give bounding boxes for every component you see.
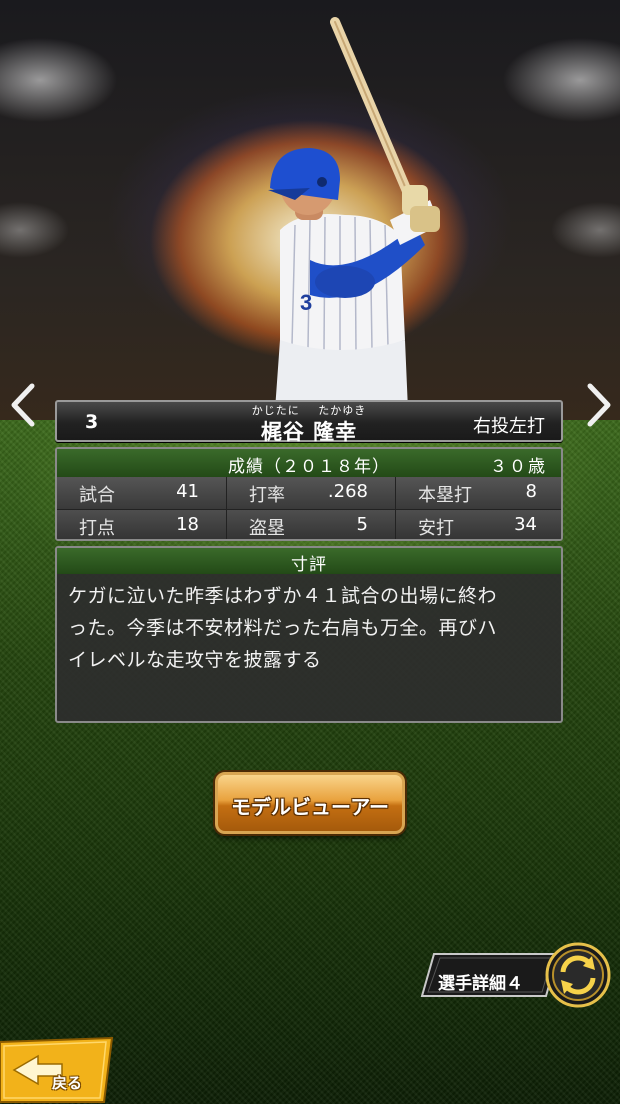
comment-panel: 寸評 ケガに泣いた昨季はわずか４１試合の出場に終わ った。今季は不安材料だった右… xyxy=(55,546,563,723)
next-player-button[interactable] xyxy=(584,382,614,428)
stat-label: 本塁打 xyxy=(418,485,472,506)
chevron-left-icon xyxy=(11,383,35,427)
stats-title: 成績（２０１８年） xyxy=(228,457,390,477)
stat-home-runs: 本塁打 8 xyxy=(395,477,561,509)
stat-value: 41 xyxy=(176,481,199,502)
back-button[interactable] xyxy=(0,1036,118,1104)
previous-player-button[interactable] xyxy=(8,382,38,428)
stats-panel: 成績（２０１８年） ３０歳 試合 41 打率 .268 本塁打 8 打点 18 … xyxy=(55,447,563,541)
comment-line: ケガに泣いた昨季はわずか４１試合の出場に終わ xyxy=(68,585,498,607)
refresh-arrows-icon[interactable] xyxy=(545,942,611,1008)
stats-row: 試合 41 打率 .268 本塁打 8 xyxy=(57,477,561,509)
stat-rbi: 打点 18 xyxy=(57,510,225,539)
stat-batting-average: 打率 .268 xyxy=(226,477,394,509)
stat-value: .268 xyxy=(327,481,368,502)
comment-text: ケガに泣いた昨季はわずか４１試合の出場に終わ った。今季は不安材料だった右肩も万… xyxy=(68,580,552,676)
player-image: 3 xyxy=(268,17,440,410)
stat-label: 盗塁 xyxy=(249,518,285,539)
player-nameplate: 3 かじたに たかゆき 梶谷 隆幸 右投左打 xyxy=(55,400,563,444)
model-viewer-label: モデルビューアー xyxy=(231,795,389,819)
stat-label: 打率 xyxy=(249,485,285,506)
comment-line: イレベルな走攻守を披露する xyxy=(68,649,322,671)
player-age: ３０歳 xyxy=(490,457,547,477)
svg-text:3: 3 xyxy=(300,290,312,315)
comment-title: 寸評 xyxy=(291,555,327,575)
model-viewer-button[interactable]: モデルビューアー xyxy=(215,772,405,834)
stat-label: 安打 xyxy=(418,518,454,539)
stats-row: 打点 18 盗塁 5 安打 34 xyxy=(57,509,561,539)
stat-label: 試合 xyxy=(79,485,115,506)
player-detail-tab-button[interactable]: 選手詳細４ xyxy=(420,952,560,998)
stat-value: 34 xyxy=(514,514,537,535)
stat-label: 打点 xyxy=(79,518,115,539)
chevron-right-icon xyxy=(587,383,611,427)
comment-line: った。今季は不安材料だった右肩も万全。再びハ xyxy=(68,617,498,639)
player-detail-label: 選手詳細４ xyxy=(438,974,523,994)
stat-games: 試合 41 xyxy=(57,477,225,509)
stats-header: 成績（２０１８年） ３０歳 xyxy=(57,449,561,477)
stat-hits: 安打 34 xyxy=(395,510,561,539)
stat-value: 18 xyxy=(176,514,199,535)
back-label: 戻る xyxy=(52,1074,83,1092)
throw-bat-info: 右投左打 xyxy=(473,416,545,437)
stat-value: 5 xyxy=(356,514,368,535)
stat-value: 8 xyxy=(525,481,537,502)
stat-stolen-bases: 盗塁 5 xyxy=(226,510,394,539)
comment-header: 寸評 xyxy=(57,548,561,575)
